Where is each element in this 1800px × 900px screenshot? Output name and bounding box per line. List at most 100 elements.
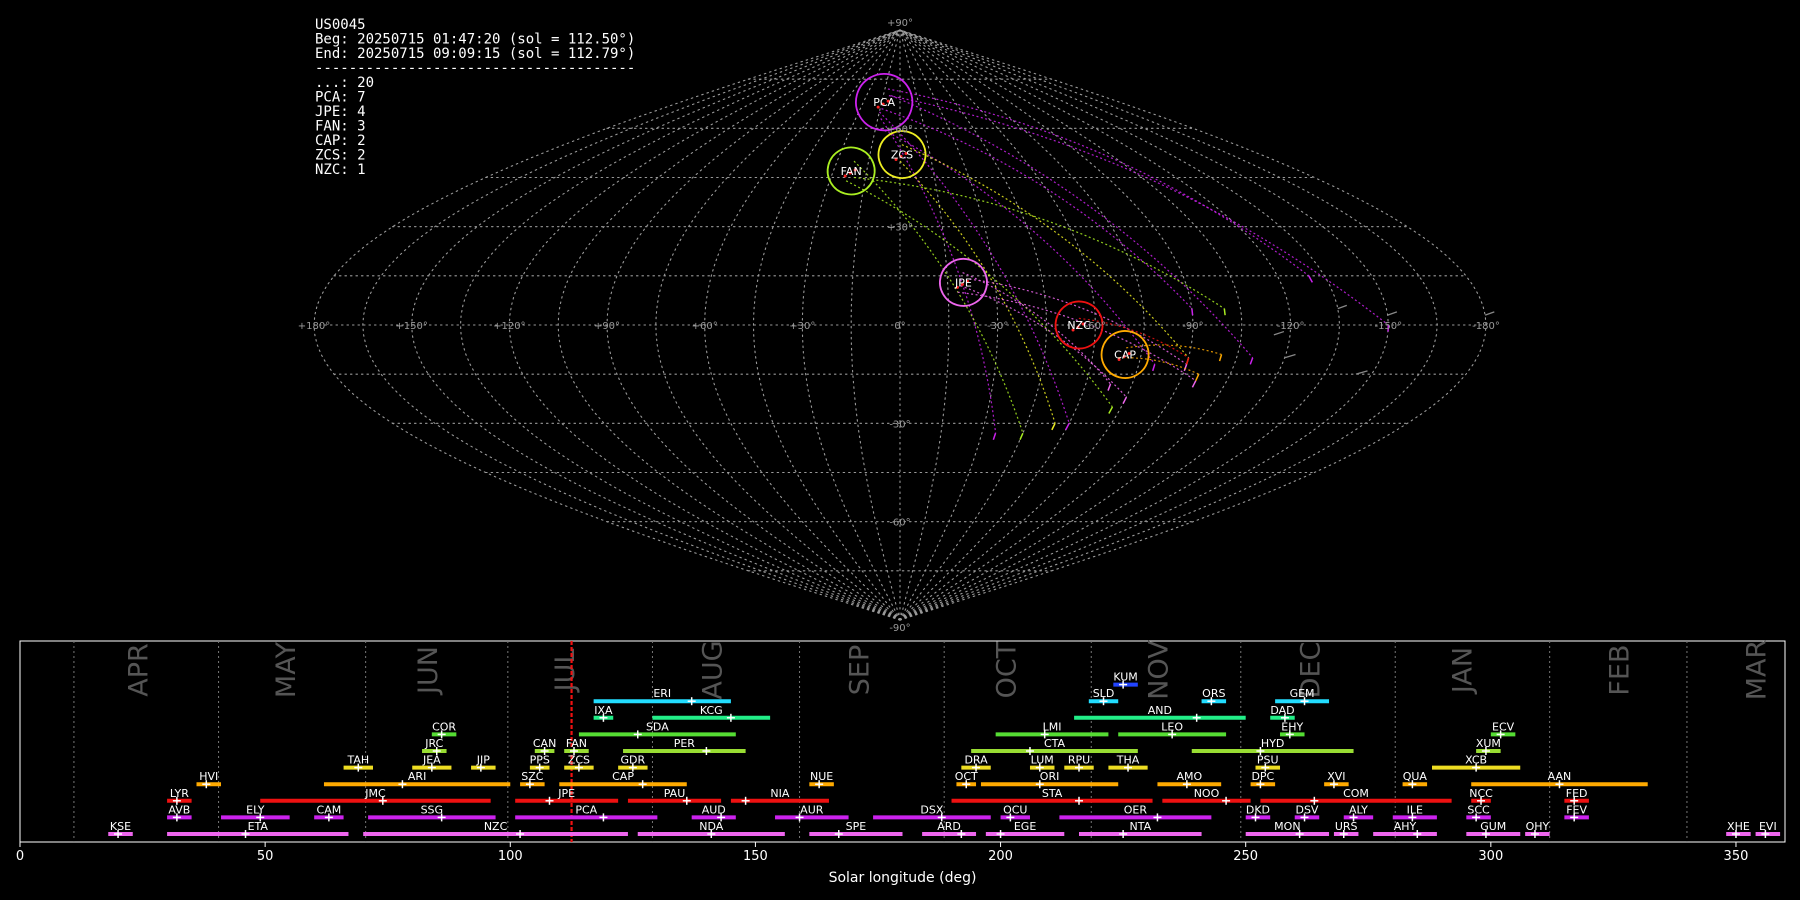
shower-label: FED — [1566, 787, 1588, 800]
meteor-trail — [888, 95, 1389, 326]
latitude-label: +30° — [887, 223, 913, 234]
trail-segment — [992, 432, 997, 440]
shower-label: STA — [1042, 787, 1063, 800]
shower-label: QUA — [1403, 770, 1428, 783]
shower-label: PSU — [1257, 754, 1279, 767]
shower-label: ORS — [1202, 687, 1225, 700]
shower-label: GUM — [1480, 820, 1506, 833]
shower-label: AVB — [168, 803, 190, 816]
shower-label: CAN — [533, 737, 556, 750]
x-axis: 0 50 100 150 200 250 300 350 — [16, 842, 1748, 864]
shower-label: JEA — [422, 754, 441, 767]
meridian-line — [801, 29, 901, 621]
shower-label: XUM — [1476, 737, 1501, 750]
trail-segment — [1223, 308, 1226, 316]
shower-label: LMI — [1043, 720, 1062, 733]
trail-segment — [1051, 423, 1056, 431]
shower-label: XCB — [1465, 754, 1487, 767]
shower-label: OER — [1124, 803, 1148, 816]
longitude-label: +90° — [594, 321, 620, 332]
shower-label: OCT — [955, 770, 978, 783]
month-label: MAR — [1742, 640, 1773, 701]
sky-grid-labels: +180° +150° +120° +90° +60° +30° 0° -30° -60° -90… — [298, 18, 1500, 634]
meteor-trail — [957, 291, 1197, 382]
shower-label: NTA — [1129, 820, 1151, 833]
month-label: JUL — [550, 649, 581, 694]
stray-meteor — [1355, 370, 1368, 375]
shower-label: DPC — [1251, 770, 1274, 783]
shower-label: DKD — [1246, 803, 1270, 816]
shower-label: DAD — [1270, 704, 1294, 717]
sky-map: PCAZCSFANJPENZCCAP +180° +150° +120° +90° +6… — [298, 18, 1500, 634]
shower-label: KCG — [700, 704, 723, 717]
shower-timeline: APR MAY JUN JUL AUG SEP OCT NOV DEC JAN FEB MAR KUM… — [16, 640, 1786, 886]
shower-label: PCA — [575, 803, 597, 816]
shower-label: LEO — [1161, 720, 1183, 733]
radiant-label: JPE — [954, 276, 972, 289]
shower-label: COR — [432, 720, 456, 733]
longitude-label: +30° — [789, 321, 815, 332]
month-label: OCT — [991, 641, 1022, 698]
shower-label: NDA — [699, 820, 724, 833]
shower-label: OHY — [1526, 820, 1550, 833]
x-axis-label: Solar longitude (deg) — [829, 870, 977, 886]
shower-label: RPU — [1068, 754, 1090, 767]
longitude-label: -120° — [1277, 321, 1305, 332]
meteor-trail — [1126, 344, 1222, 356]
shower-label: XHE — [1727, 820, 1750, 833]
shower-label: MON — [1274, 820, 1300, 833]
shower-label: NUE — [810, 770, 833, 783]
x-tick-label: 300 — [1478, 849, 1503, 864]
stray-meteor — [1484, 311, 1495, 316]
shower-label: DSX — [920, 803, 943, 816]
longitude-label: -30° — [987, 321, 1008, 332]
trail-segment — [1191, 380, 1197, 388]
meteor-trail — [887, 88, 1310, 277]
info-line: NZC: 1 — [315, 162, 366, 178]
latitude-label: +90° — [887, 18, 913, 29]
meteor-trail — [960, 285, 1127, 398]
longitude-label: +60° — [692, 321, 718, 332]
shower-label: NIA — [770, 787, 789, 800]
shower-label: LUM — [1031, 754, 1054, 767]
shower-label: SDA — [646, 720, 669, 733]
shower-label: JPE — [557, 787, 575, 800]
longitude-label: +150° — [395, 321, 427, 332]
shower-label: DRA — [964, 754, 988, 767]
shower-label: EGE — [1014, 820, 1036, 833]
shower-label: CAP — [612, 770, 634, 783]
radiant-label: FAN — [841, 165, 862, 178]
shower-label: ECV — [1492, 720, 1515, 733]
longitude-label: -90° — [1182, 321, 1203, 332]
month-label: JAN — [1447, 647, 1478, 695]
longitude-label: -150° — [1374, 321, 1402, 332]
trail-segment — [1308, 275, 1314, 283]
shower-label: LYR — [170, 787, 189, 800]
longitude-label: -180° — [1472, 321, 1500, 332]
shower-label: GDR — [621, 754, 646, 767]
meteor-trail — [853, 176, 1225, 310]
shower-label: EHY — [1281, 720, 1303, 733]
trail-segment — [1108, 406, 1114, 414]
shower-label: AUD — [702, 803, 726, 816]
shower-label: NOO — [1194, 787, 1220, 800]
shower-label: JIP — [476, 754, 490, 767]
shower-label: ELY — [246, 803, 265, 816]
shower-label: OCU — [1003, 803, 1027, 816]
month-label: NOV — [1143, 640, 1174, 700]
shower-label: AND — [1148, 704, 1172, 717]
trail-segment — [1107, 383, 1112, 391]
shower-label: AMO — [1176, 770, 1202, 783]
shower-label: TAH — [346, 754, 369, 767]
trail-segment — [1195, 373, 1200, 382]
meridian-line — [362, 29, 901, 621]
shower-label: DSV — [1295, 803, 1318, 816]
shower-label: SLD — [1093, 687, 1115, 700]
longitude-label: +120° — [493, 321, 525, 332]
month-label: APR — [124, 643, 155, 697]
shower-label: XVI — [1327, 770, 1345, 783]
shower-label: SSG — [421, 803, 444, 816]
shower-label: ERI — [653, 687, 671, 700]
x-tick-label: 200 — [988, 849, 1013, 864]
longitude-label: 0° — [894, 321, 905, 332]
